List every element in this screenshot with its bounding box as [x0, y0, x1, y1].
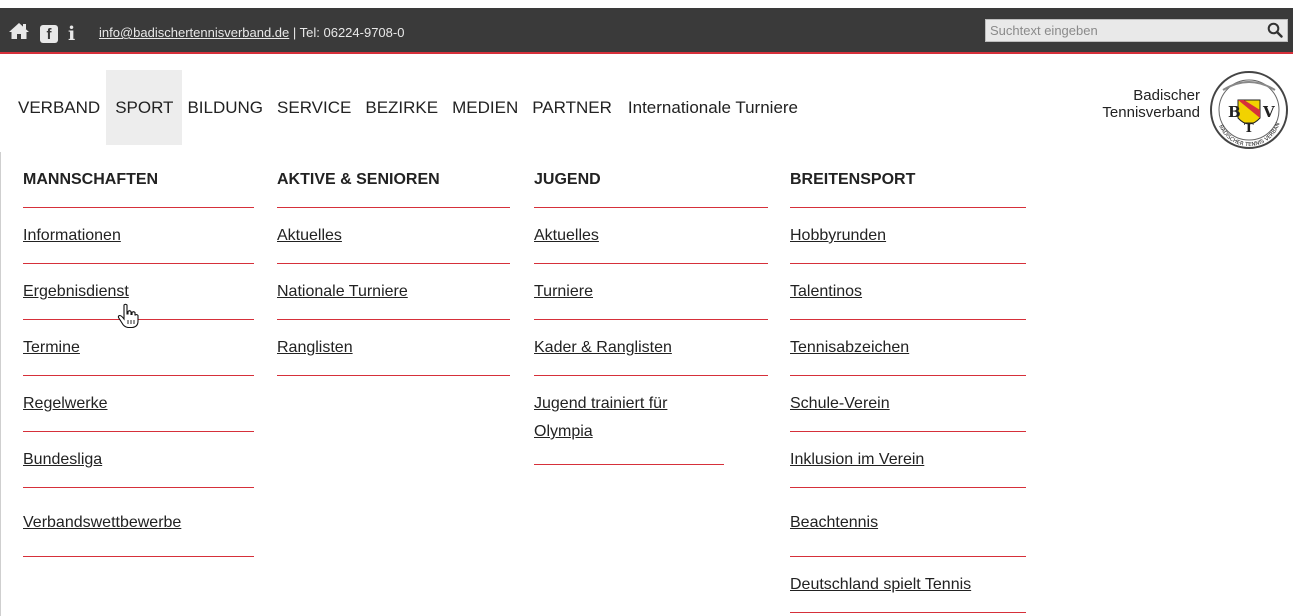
menu-link-regelwerke[interactable]: Regelwerke — [23, 376, 254, 432]
seal-letter-b: B — [1228, 103, 1241, 121]
menu-link-verbandswettbewerbe[interactable]: Verbandswettbewerbe — [23, 488, 254, 557]
menu-link-bundesliga[interactable]: Bundesliga — [23, 432, 254, 488]
nav-item-verband[interactable]: VERBAND — [0, 70, 106, 145]
hand-cursor-icon — [117, 303, 139, 334]
menu-link-kader-ranglisten[interactable]: Kader & Ranglisten — [534, 320, 768, 376]
facebook-icon[interactable]: f — [40, 24, 58, 43]
search-box — [985, 19, 1288, 42]
dropdown-column-breitensport: BREITENSPORT Hobbyrunden Talentinos Tenn… — [790, 152, 1026, 613]
menu-link-aktuelles[interactable]: Aktuelles — [277, 208, 510, 264]
nav-item-bildung[interactable]: BILDUNG — [182, 70, 269, 145]
phone-number: Tel: 06224-9708-0 — [299, 25, 405, 40]
menu-link-informationen[interactable]: Informationen — [23, 208, 254, 264]
nav-item-service[interactable]: SERVICE — [269, 70, 357, 145]
info-icon[interactable]: i — [68, 24, 75, 43]
menu-link-inklusion-im-verein[interactable]: Inklusion im Verein — [790, 432, 1026, 488]
search-input[interactable] — [986, 20, 1260, 41]
home-icon[interactable] — [8, 22, 30, 45]
top-bar: f i info@badischertennisverband.de | Tel… — [0, 8, 1293, 54]
contact-separator: | — [289, 25, 300, 40]
dropdown-column-aktive-senioren: AKTIVE & SENIOREN Aktuelles Nationale Tu… — [277, 152, 510, 376]
menu-link-talentinos[interactable]: Talentinos — [790, 264, 1026, 320]
menu-link-jugend-trainiert-fuer-olympia[interactable]: Jugend trainiert für Olympia — [534, 376, 724, 465]
menu-link-deutschland-spielt-tennis[interactable]: Deutschland spielt Tennis — [790, 557, 1026, 613]
menu-link-hobbyrunden[interactable]: Hobbyrunden — [790, 208, 1026, 264]
main-nav: VERBAND SPORT BILDUNG SERVICE BEZIRKE ME… — [0, 70, 804, 145]
logo-line-1: Badischer — [1133, 87, 1200, 104]
menu-link-tennisabzeichen[interactable]: Tennisabzeichen — [790, 320, 1026, 376]
email-link[interactable]: info@badischertennisverband.de — [99, 25, 289, 40]
nav-item-sport[interactable]: SPORT — [106, 70, 183, 145]
search-icon[interactable] — [1267, 22, 1283, 43]
column-heading: BREITENSPORT — [790, 152, 1026, 208]
column-heading: JUGEND — [534, 152, 768, 208]
btv-seal-logo[interactable]: B T V BADISCHER TENNIS VERBAND — [1206, 66, 1290, 155]
nav-item-partner[interactable]: PARTNER — [524, 70, 618, 145]
sport-dropdown-menu: MANNSCHAFTEN Informationen Ergebnisdiens… — [0, 152, 1051, 616]
dropdown-column-mannschaften: MANNSCHAFTEN Informationen Ergebnisdiens… — [23, 152, 254, 557]
column-heading: MANNSCHAFTEN — [23, 152, 254, 208]
menu-link-aktuelles[interactable]: Aktuelles — [534, 208, 768, 264]
column-heading: AKTIVE & SENIOREN — [277, 152, 510, 208]
menu-link-beachtennis[interactable]: Beachtennis — [790, 488, 1026, 557]
menu-link-turniere[interactable]: Turniere — [534, 264, 768, 320]
seal-letter-t: T — [1244, 121, 1254, 136]
contact-info: info@badischertennisverband.de | Tel: 06… — [99, 25, 404, 40]
nav-item-medien[interactable]: MEDIEN — [444, 70, 524, 145]
nav-item-internationale-turniere[interactable]: Internationale Turniere — [618, 70, 804, 145]
dropdown-column-jugend: JUGEND Aktuelles Turniere Kader & Rangli… — [534, 152, 768, 465]
menu-link-nationale-turniere[interactable]: Nationale Turniere — [277, 264, 510, 320]
nav-item-bezirke[interactable]: BEZIRKE — [357, 70, 444, 145]
logo-text[interactable]: Badischer Tennisverband — [1075, 87, 1200, 121]
seal-letter-v: V — [1262, 103, 1275, 121]
logo-line-2: Tennisverband — [1102, 104, 1200, 121]
menu-link-schule-verein[interactable]: Schule-Verein — [790, 376, 1026, 432]
menu-link-ranglisten[interactable]: Ranglisten — [277, 320, 510, 376]
social-icons: f i — [8, 22, 75, 45]
